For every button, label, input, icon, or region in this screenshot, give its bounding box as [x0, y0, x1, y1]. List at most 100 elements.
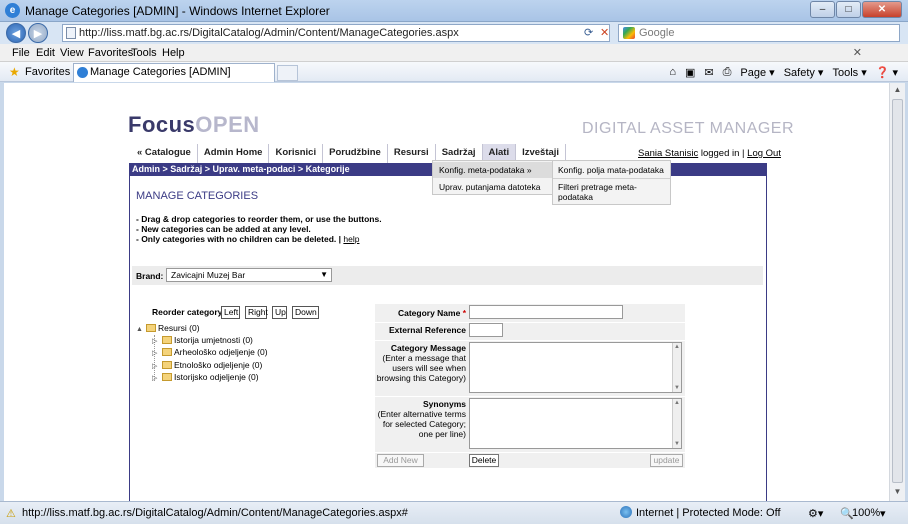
- nav-catalogue[interactable]: « Catalogue: [131, 144, 198, 163]
- category-name-label: Category Name *: [397, 308, 466, 318]
- nav-resursi[interactable]: Resursi: [388, 144, 436, 163]
- protected-mode-icon[interactable]: ⚙▾: [808, 507, 823, 520]
- synonyms-label: Synonyms: [423, 399, 466, 409]
- reorder-up-button[interactable]: Up: [272, 306, 287, 319]
- reorder-down-button[interactable]: Down: [292, 306, 319, 319]
- home-icon[interactable]: ⌂: [669, 66, 676, 79]
- chevron-down-icon: ▼: [320, 270, 328, 279]
- page-menu[interactable]: Page ▾: [740, 66, 774, 79]
- tree-node[interactable]: ▷ Istorija umjetnosti (0): [152, 335, 253, 345]
- page-icon: [66, 27, 76, 39]
- close-toolbar-icon[interactable]: ✕: [853, 46, 862, 59]
- window-title: Manage Categories [ADMIN] - Windows Inte…: [25, 4, 330, 18]
- menu-item-filteri-pretrage[interactable]: Filteri pretrage meta-podataka: [553, 182, 670, 202]
- nav-porudzbine[interactable]: Porudžbine: [323, 144, 388, 163]
- menu-tools[interactable]: Tools: [131, 47, 157, 59]
- security-zone[interactable]: Internet | Protected Mode: Off: [636, 507, 781, 519]
- address-bar: ◀ ▶ http://liss.matf.bg.ac.rs/DigitalCat…: [0, 22, 908, 44]
- menu-file[interactable]: File: [12, 47, 30, 59]
- stop-icon[interactable]: ✕: [600, 26, 609, 39]
- reorder-left-button[interactable]: Left: [221, 306, 240, 319]
- vertical-scrollbar[interactable]: ▲ ▼: [889, 83, 905, 501]
- folder-icon: [162, 361, 172, 369]
- zoom-level[interactable]: 100%: [852, 507, 880, 519]
- menu-favorites[interactable]: Favorites: [88, 47, 133, 59]
- status-url: http://liss.matf.bg.ac.rs/DigitalCatalog…: [22, 507, 408, 519]
- internet-zone-icon: [620, 506, 632, 518]
- add-new-button[interactable]: Add New: [377, 454, 424, 467]
- menu-view[interactable]: View: [60, 47, 84, 59]
- scroll-down-icon[interactable]: ▼: [892, 487, 903, 499]
- new-tab-button[interactable]: [277, 65, 298, 81]
- menu-help[interactable]: Help: [162, 47, 185, 59]
- refresh-icon[interactable]: ⟳: [584, 26, 593, 39]
- tree-node-root[interactable]: ▲ Resursi (0): [136, 323, 200, 333]
- nav-admin-home[interactable]: Admin Home: [198, 144, 270, 163]
- url-input[interactable]: http://liss.matf.bg.ac.rs/DigitalCatalog…: [62, 24, 610, 42]
- category-name-input[interactable]: [469, 305, 623, 319]
- print-icon[interactable]: ⎙: [723, 66, 732, 79]
- expand-icon[interactable]: ▷: [152, 362, 160, 370]
- tree-node[interactable]: ▷ Etnološko odjeljenje (0): [152, 360, 262, 370]
- close-button[interactable]: ✕: [862, 1, 902, 18]
- tree-node[interactable]: ▷ Istorijsko odjeljenje (0): [152, 372, 259, 382]
- scroll-up-icon[interactable]: ▲: [892, 85, 903, 97]
- tree-node[interactable]: ▷ Arheološko odjeljenje (0): [152, 347, 268, 357]
- warning-icon: ⚠: [6, 508, 16, 520]
- browser-tab[interactable]: Manage Categories [ADMIN]: [73, 63, 275, 82]
- search-input[interactable]: Google: [618, 24, 900, 42]
- logged-in-text: logged in: [700, 148, 740, 159]
- mail-icon[interactable]: ✉: [704, 66, 713, 79]
- page-title: MANAGE CATEGORIES: [136, 190, 259, 202]
- brand-select[interactable]: Zavicajni Muzej Bar ▼: [166, 268, 332, 282]
- category-message-note: (Enter a message that users will see whe…: [376, 353, 466, 383]
- reorder-label: Reorder category: [152, 307, 223, 317]
- folder-icon: [162, 336, 172, 344]
- tools-menu[interactable]: Tools ▾: [832, 66, 866, 79]
- instruction-line: - New categories can be added at any lev…: [136, 224, 311, 234]
- tab-ie-icon: [77, 67, 88, 78]
- alati-dropdown: Konfig. meta-podataka » Uprav. putanjama…: [432, 160, 553, 195]
- help-menu[interactable]: ❓ ▾: [876, 66, 898, 79]
- zoom-dropdown-icon[interactable]: ▾: [880, 507, 886, 520]
- collapse-icon[interactable]: ▲: [136, 326, 144, 333]
- menu-item-uprav-putanjama[interactable]: Uprav. putanjama datoteka: [433, 179, 552, 195]
- synonyms-textarea[interactable]: ▲ ▼: [469, 398, 682, 449]
- update-button[interactable]: update: [650, 454, 683, 467]
- logout-link[interactable]: Log Out: [747, 148, 781, 159]
- favorites-button[interactable]: Favorites: [25, 66, 70, 78]
- minimize-button[interactable]: –: [810, 1, 835, 18]
- category-message-textarea[interactable]: ▲ ▼: [469, 342, 682, 393]
- instructions: - Drag & drop categories to reorder them…: [136, 214, 382, 244]
- instruction-line: - Only categories with no children can b…: [136, 234, 342, 244]
- site-logo[interactable]: FocusOPEN: [128, 112, 260, 138]
- google-icon: [623, 27, 635, 39]
- menu-item-konfig-meta[interactable]: Konfig. meta-podataka »: [433, 162, 552, 178]
- status-bar: ⚠ http://liss.matf.bg.ac.rs/DigitalCatal…: [0, 501, 908, 524]
- help-link[interactable]: help: [343, 234, 359, 244]
- user-name-link[interactable]: Sania Stanisic: [638, 148, 698, 159]
- external-reference-input[interactable]: [469, 323, 503, 337]
- menu-bar: File Edit View Favorites Tools Help ✕: [0, 44, 908, 62]
- forward-arrow-icon[interactable]: ▶: [28, 23, 48, 43]
- reorder-right-button[interactable]: Right: [245, 306, 268, 319]
- internet-explorer-icon: e: [5, 3, 20, 18]
- back-arrow-icon[interactable]: ◀: [6, 23, 26, 43]
- brand-label: Brand:: [136, 271, 164, 281]
- window-titlebar: e Manage Categories [ADMIN] - Windows In…: [0, 0, 908, 22]
- brand-row: Brand: Zavicajni Muzej Bar ▼: [132, 266, 763, 285]
- expand-icon[interactable]: ▷: [152, 337, 160, 345]
- expand-icon[interactable]: ▷: [152, 374, 160, 382]
- safety-menu[interactable]: Safety ▾: [784, 66, 824, 79]
- scroll-thumb[interactable]: [892, 99, 903, 483]
- feeds-icon[interactable]: ▣: [685, 66, 695, 79]
- category-form: Category Name * External Reference Categ…: [375, 304, 685, 468]
- menu-edit[interactable]: Edit: [36, 47, 55, 59]
- nav-korisnici[interactable]: Korisnici: [269, 144, 324, 163]
- maximize-button[interactable]: □: [836, 1, 861, 18]
- delete-button[interactable]: Delete: [469, 454, 499, 467]
- favorites-star-icon[interactable]: ★: [9, 65, 20, 79]
- konfig-submenu: Konfig. polja mata-podataka Filteri pret…: [552, 160, 671, 205]
- expand-icon[interactable]: ▷: [152, 349, 160, 357]
- menu-item-konfig-polja[interactable]: Konfig. polja mata-podataka: [553, 165, 670, 175]
